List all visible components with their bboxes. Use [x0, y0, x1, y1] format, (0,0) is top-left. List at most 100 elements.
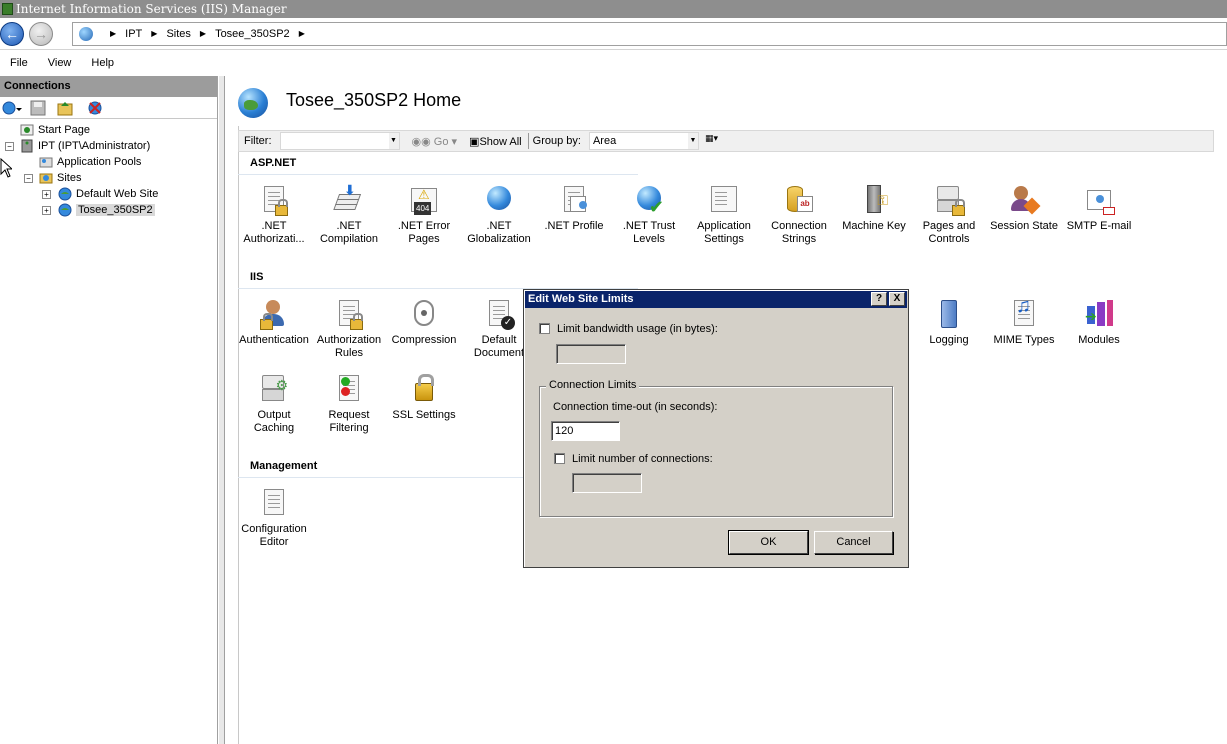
- up-folder-icon[interactable]: [57, 100, 73, 116]
- filter-bar: Filter: ▼ ◉◉ Go ▾ ▣Show All Group by: Ar…: [238, 130, 1214, 152]
- logging-icon: [933, 298, 965, 330]
- feature-net-error-pages[interactable]: .NET Error Pages: [386, 184, 462, 246]
- chevron-down-icon[interactable]: ▼: [687, 133, 698, 149]
- net-profile-icon: [558, 184, 590, 216]
- feature-label: Session State: [990, 220, 1058, 232]
- feature-label: .NET: [261, 220, 287, 232]
- feature-net-compilation[interactable]: ⬇ .NET Compilation: [311, 183, 387, 246]
- feature-machine-key[interactable]: ⚿ Machine Key: [836, 184, 912, 233]
- feature-label: Application: [697, 220, 751, 232]
- feature-session-state[interactable]: Session State: [986, 184, 1062, 233]
- breadcrumb[interactable]: ▶ IPT ▶ Sites ▶ Tosee_350SP2 ▶: [72, 22, 1227, 46]
- connection-limits-label: Connection Limits: [546, 379, 640, 391]
- crumb-separator-icon[interactable]: ▶: [151, 23, 157, 45]
- default-document-icon: ✓: [483, 298, 515, 330]
- disconnect-icon[interactable]: [87, 100, 103, 116]
- forward-button[interactable]: →: [29, 22, 53, 46]
- crumb-separator-icon[interactable]: ▶: [299, 23, 305, 45]
- feature-compression[interactable]: Compression: [386, 298, 462, 347]
- crumb-separator-icon[interactable]: ▶: [110, 23, 116, 45]
- pane-splitter[interactable]: [219, 76, 225, 744]
- feature-logging[interactable]: Logging: [911, 298, 987, 347]
- feature-label: Caching: [253, 422, 295, 434]
- compression-icon: [408, 298, 440, 330]
- tree-item-start-page[interactable]: Start Page: [20, 122, 90, 138]
- feature-net-globalization[interactable]: .NET Globalization: [461, 184, 537, 246]
- feature-label: Authorizati...: [243, 233, 305, 245]
- expander-icon[interactable]: +: [42, 206, 51, 215]
- crumb-separator-icon[interactable]: ▶: [200, 23, 206, 45]
- back-button[interactable]: ←: [0, 22, 24, 46]
- help-button[interactable]: ?: [871, 292, 887, 306]
- section-management: Management: [250, 460, 318, 472]
- menu-view[interactable]: View: [38, 51, 82, 75]
- limit-bandwidth-label: Limit bandwidth usage (in bytes):: [557, 323, 718, 335]
- limit-connections-checkbox[interactable]: [554, 453, 565, 464]
- feature-label: Compilation: [319, 233, 379, 245]
- expander-icon[interactable]: −: [24, 174, 33, 183]
- tree-label: IPT (IPT\Administrator): [38, 140, 151, 153]
- feature-label: Modules: [1078, 334, 1120, 346]
- crumb-ipt[interactable]: IPT: [125, 23, 142, 45]
- feature-label: .NET: [336, 220, 362, 232]
- expander-icon[interactable]: +: [42, 190, 51, 199]
- feature-label: .NET Profile: [544, 220, 604, 232]
- menu-help[interactable]: Help: [81, 51, 124, 75]
- feature-ssl-settings[interactable]: SSL Settings: [386, 373, 462, 422]
- authentication-icon: [258, 298, 290, 330]
- tree-label: Default Web Site: [76, 188, 159, 201]
- tree-item-app-pools[interactable]: Application Pools: [39, 154, 141, 170]
- crumb-site[interactable]: Tosee_350SP2: [215, 23, 290, 45]
- cancel-button[interactable]: Cancel: [814, 531, 893, 554]
- timeout-input[interactable]: 120: [551, 421, 620, 441]
- feature-label: Authentication: [239, 334, 309, 346]
- menu-file[interactable]: File: [0, 51, 38, 75]
- save-icon[interactable]: [30, 100, 46, 116]
- go-button[interactable]: ◉◉ Go ▾: [412, 135, 458, 148]
- feature-request-filtering[interactable]: Request Filtering: [311, 373, 387, 435]
- feature-net-trust-levels[interactable]: ✔ .NET Trust Levels: [611, 184, 687, 246]
- close-button[interactable]: X: [889, 292, 905, 306]
- tree-item-server[interactable]: IPT (IPT\Administrator): [20, 138, 150, 154]
- start-page-icon: [20, 123, 34, 137]
- feature-application-settings[interactable]: Application Settings: [686, 184, 762, 246]
- connections-input[interactable]: [572, 473, 642, 493]
- feature-net-authorization[interactable]: .NET Authorizati...: [236, 184, 312, 246]
- forward-arrow-icon: →: [34, 26, 48, 42]
- filter-input[interactable]: ▼: [279, 132, 400, 150]
- dialog-title-bar: Edit Web Site Limits ? X: [525, 291, 907, 308]
- net-authorization-icon: [258, 184, 290, 216]
- tree-item-default-web-site[interactable]: Default Web Site: [58, 186, 158, 202]
- tree-item-tosee-site[interactable]: Tosee_350SP2: [58, 202, 155, 218]
- feature-output-caching[interactable]: ⚙ Output Caching: [236, 373, 312, 435]
- feature-net-profile[interactable]: .NET Profile: [536, 184, 612, 233]
- view-mode-icon[interactable]: ▦▾: [705, 133, 727, 149]
- feature-label: Controls: [928, 233, 970, 245]
- feature-pages-and-controls[interactable]: Pages and Controls: [911, 184, 987, 246]
- back-arrow-icon: ←: [5, 26, 19, 42]
- feature-modules[interactable]: ➔ Modules: [1061, 298, 1137, 347]
- connect-globe-icon[interactable]: [2, 100, 22, 116]
- feature-label: Pages: [408, 233, 440, 245]
- feature-authorization-rules[interactable]: Authorization Rules: [311, 298, 387, 360]
- crumb-sites[interactable]: Sites: [166, 23, 190, 45]
- limit-bandwidth-checkbox[interactable]: [539, 323, 550, 334]
- show-all-button[interactable]: ▣Show All: [469, 135, 522, 148]
- ok-button[interactable]: OK: [728, 530, 809, 555]
- window-title: Internet Information Services (IIS) Mana…: [16, 2, 287, 16]
- expander-icon[interactable]: −: [5, 142, 14, 151]
- tree-item-sites[interactable]: Sites: [39, 170, 81, 186]
- section-aspnet: ASP.NET: [250, 157, 297, 169]
- feature-smtp-email[interactable]: SMTP E-mail: [1061, 184, 1137, 233]
- connections-pane: Connections Start Page − IPT (IPT\Admini…: [0, 76, 218, 744]
- feature-configuration-editor[interactable]: Configuration Editor: [236, 487, 312, 549]
- group-by-select[interactable]: Area ▼: [588, 132, 699, 150]
- feature-mime-types[interactable]: ♫ MIME Types: [986, 296, 1062, 347]
- smtp-email-icon: [1083, 184, 1115, 216]
- feature-connection-strings[interactable]: ab Connection Strings: [761, 184, 837, 246]
- feature-label: MIME Types: [993, 334, 1055, 346]
- feature-authentication[interactable]: Authentication: [236, 298, 312, 347]
- chevron-down-icon[interactable]: ▼: [388, 133, 399, 149]
- bandwidth-input[interactable]: [556, 344, 626, 364]
- globe-icon: [79, 27, 93, 41]
